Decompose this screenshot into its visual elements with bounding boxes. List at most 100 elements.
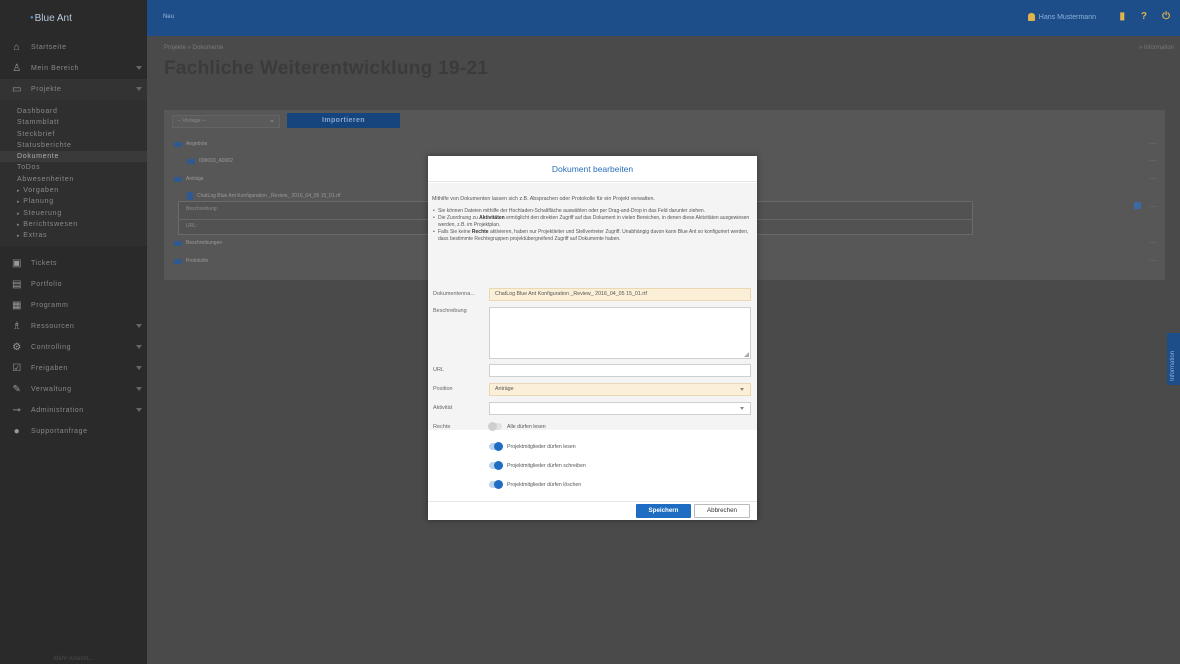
chevron-down-icon: [136, 386, 142, 391]
sidebar-item-label: Ressourcen: [31, 322, 75, 330]
user-menu[interactable]: Hans Mustermann: [1027, 13, 1096, 21]
folder-icon: [174, 141, 182, 147]
tree-folder-000000-a0002[interactable]: 000000_A0002: [187, 158, 233, 164]
subnav-statusberichte[interactable]: Statusberichte: [0, 140, 147, 151]
logo-mark-icon: ●: [30, 15, 34, 21]
sidebar-item-label: Tickets: [31, 259, 58, 267]
page-title: Fachliche Weiterentwicklung 19-21: [164, 58, 489, 79]
breadcrumb[interactable]: Projekte » Dokumente: [164, 45, 223, 51]
sidebar-item-label: Portfolio: [31, 280, 63, 288]
toggle-mitglieder-lesen[interactable]: Projektmitglieder dürfen lesen: [489, 442, 576, 451]
subnav-label: Planung: [23, 198, 54, 206]
toggle-label: Projektmitglieder dürfen schreiben: [507, 462, 586, 469]
sidebar-item-programm[interactable]: ▦ Programm: [0, 295, 147, 316]
tree-folder-angebote[interactable]: Angebote: [174, 141, 207, 147]
sidebar-item-tickets[interactable]: ▣ Tickets: [0, 253, 147, 274]
tree-folder-protokolle[interactable]: Protokolle: [174, 258, 208, 264]
sidebar-item-controlling[interactable]: ⚙ Controlling: [0, 337, 147, 358]
subnav-dokumente[interactable]: Dokumente: [0, 151, 147, 163]
dialog-footer: Speichern Abbrechen: [428, 501, 757, 520]
admin-icon: ✎: [12, 383, 22, 395]
chevron-down-icon: [136, 323, 142, 328]
sidebar-item-verwaltung[interactable]: ✎ Verwaltung: [0, 379, 147, 400]
aktivitaet-select[interactable]: [489, 402, 751, 415]
url-input[interactable]: [489, 364, 751, 377]
resize-grip-icon[interactable]: [744, 352, 749, 357]
expand-triangle-icon: ▸: [17, 210, 21, 217]
toggle-mitglieder-schreiben[interactable]: Projektmitglieder dürfen schreiben: [489, 461, 586, 470]
toggle-alle-lesen[interactable]: Alle dürfen lesen: [488, 422, 546, 431]
resources-icon: ♗: [12, 320, 22, 332]
subnav-berichtswesen[interactable]: ▸ Berichtswesen: [0, 219, 147, 230]
subnav-stammblatt[interactable]: Stammblatt: [0, 117, 147, 128]
expand-triangle-icon: ▸: [17, 188, 21, 195]
ticket-icon: ▣: [11, 257, 23, 269]
subnav-todos[interactable]: ToDos: [0, 162, 147, 173]
sidebar-item-projekte[interactable]: ▭ Projekte: [0, 79, 147, 100]
import-button[interactable]: Importieren: [287, 113, 400, 128]
subnav-planung[interactable]: ▸ Planung: [0, 196, 147, 207]
save-button[interactable]: Speichern: [636, 504, 691, 518]
document-name-input[interactable]: ChatLog Blue Ant Konfiguration _Review_ …: [489, 288, 751, 301]
tree-label: Beschreibungen: [186, 240, 223, 246]
more-icon[interactable]: ...: [1150, 139, 1157, 146]
tree-label: 000000_A0002: [199, 158, 233, 164]
chevron-down-icon: [270, 120, 274, 123]
subnav-vorgaben[interactable]: ▸ Vorgaben: [0, 185, 147, 196]
toggle-switch[interactable]: [488, 422, 502, 431]
bookmark-icon[interactable]: ▮: [1119, 11, 1125, 22]
save-icon[interactable]: [1134, 202, 1141, 209]
more-icon[interactable]: ...: [1150, 238, 1157, 245]
subnav-abwesenheiten[interactable]: Abwesenheiten: [0, 174, 147, 185]
sidebar-item-label: Startseite: [31, 43, 67, 51]
more-icon[interactable]: ...: [1150, 202, 1157, 209]
sidebar-item-label: Supportanfrage: [31, 427, 88, 435]
help-icon[interactable]: ?: [1141, 11, 1147, 22]
vorlage-select[interactable]: -- Vorlage --: [172, 115, 280, 128]
sidebar-item-freigaben[interactable]: ☑ Freigaben: [0, 358, 147, 379]
file-icon: [187, 192, 193, 200]
toggle-switch[interactable]: [489, 480, 503, 489]
sidebar-item-supportanfrage[interactable]: ● Supportanfrage: [0, 421, 147, 442]
hint-keyword: Rechte: [471, 229, 489, 235]
tree-file-chatlog[interactable]: ChatLog Blue Ant Konfiguration _Review_ …: [187, 192, 340, 200]
sidebar-footer[interactable]: Mehr Ansicht...: [0, 656, 147, 662]
chevron-down-icon: [136, 66, 142, 70]
toggle-knob: [494, 461, 503, 470]
information-side-tab[interactable]: Information: [1167, 333, 1180, 385]
hint-text: Falls Sie keine: [438, 229, 472, 235]
information-link[interactable]: » Information: [1139, 45, 1174, 51]
hint-text: Die Zuordnung zu: [438, 215, 480, 221]
toggle-label: Projektmitglieder dürfen lesen: [507, 443, 576, 450]
subnav-steuerung[interactable]: ▸ Steuerung: [0, 208, 147, 219]
position-value: Anträge: [495, 386, 514, 392]
more-icon[interactable]: ...: [1150, 156, 1157, 163]
user-icon: [1027, 13, 1035, 21]
sidebar-item-administration[interactable]: ⊸ Administration: [0, 400, 147, 421]
subnav-extras[interactable]: ▸ Extras: [0, 230, 147, 241]
more-icon[interactable]: ...: [1150, 256, 1157, 263]
sidebar-item-portfolio[interactable]: ▤ Portfolio: [0, 274, 147, 295]
tree-folder-beschreibungen[interactable]: Beschreibungen: [174, 240, 222, 246]
toggle-mitglieder-loeschen[interactable]: Projektmitglieder dürfen löschen: [489, 480, 581, 489]
subnav-dashboard[interactable]: Dashboard: [0, 106, 147, 117]
subnav-steckbrief[interactable]: Steckbrief: [0, 129, 147, 140]
position-select[interactable]: Anträge: [489, 383, 751, 396]
beschreibung-textarea[interactable]: [489, 307, 751, 359]
sidebar-item-startseite[interactable]: ⌂ Startseite: [0, 36, 147, 58]
toggle-switch[interactable]: [489, 461, 503, 470]
app-logo[interactable]: ● Blue Ant: [0, 0, 147, 36]
tree-folder-antraege[interactable]: Anträge: [174, 176, 204, 182]
sidebar-item-mein-bereich[interactable]: ♙ Mein Bereich: [0, 58, 147, 79]
power-icon[interactable]: ⏻: [1162, 11, 1170, 22]
more-icon[interactable]: ...: [1150, 174, 1157, 181]
toggle-switch[interactable]: [489, 442, 503, 451]
sidebar-item-label: Controlling: [31, 343, 72, 351]
dialog-hints-list: Sie können Dateien mithilfe der Hochlade…: [433, 208, 751, 243]
sidebar-item-label: Verwaltung: [31, 385, 72, 393]
information-tab-label: Information: [1170, 350, 1176, 381]
new-menu[interactable]: Neu: [163, 14, 174, 20]
rechte-label: Rechte: [433, 424, 451, 430]
cancel-button[interactable]: Abbrechen: [694, 504, 750, 518]
sidebar-item-ressourcen[interactable]: ♗ Ressourcen: [0, 316, 147, 337]
